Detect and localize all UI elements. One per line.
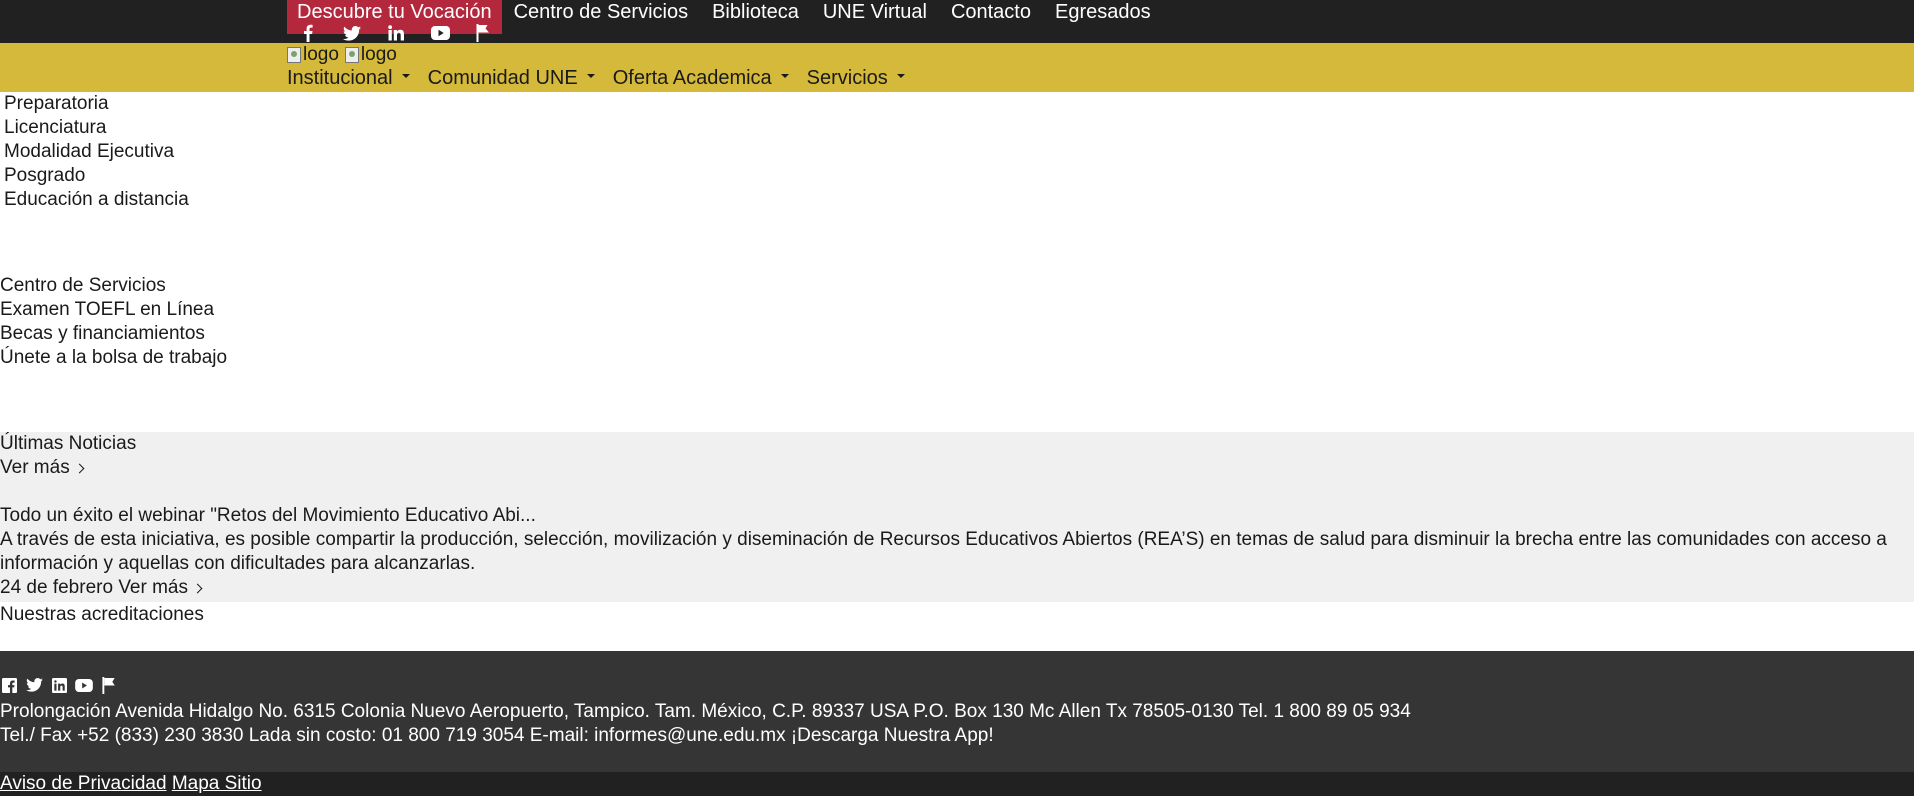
facebook-icon[interactable] [297, 22, 319, 44]
offer-educacion-distancia[interactable]: Educación a distancia [4, 188, 189, 212]
offer-licenciatura[interactable]: Licenciatura [4, 116, 189, 140]
nav-institucional[interactable]: Institucional [287, 67, 410, 90]
offer-preparatoria[interactable]: Preparatoria [4, 92, 189, 116]
news-item-meta: 24 de febrero Ver más [0, 576, 203, 600]
nav-label: Servicios [806, 67, 888, 89]
caret-down-icon [401, 73, 410, 78]
privacy-notice-link[interactable]: Aviso de Privacidad [0, 773, 167, 794]
academic-offer-list: Preparatoria Licenciatura Modalidad Ejec… [4, 92, 189, 212]
broken-image-icon [344, 47, 359, 63]
main-nav: Institucional Comunidad UNE Oferta Acade… [287, 67, 923, 90]
logo-primary[interactable]: logo [287, 44, 339, 66]
top-nav-une-virtual[interactable]: UNE Virtual [811, 0, 939, 24]
see-more-label: Ver más [0, 457, 70, 478]
top-social-links [297, 22, 495, 44]
service-bolsa-trabajo[interactable]: Únete a la bolsa de trabajo [0, 346, 227, 370]
top-nav-biblioteca[interactable]: Biblioteca [700, 0, 811, 24]
nav-oferta-academica[interactable]: Oferta Academica [613, 67, 789, 90]
logo-alt-text: logo [303, 44, 339, 65]
flag-icon[interactable] [473, 22, 495, 44]
accreditations-heading: Nuestras acreditaciones [0, 604, 204, 625]
nav-servicios[interactable]: Servicios [807, 67, 905, 90]
chevron-right-icon [192, 583, 203, 593]
footer-address-line-2: Tel./ Fax +52 (833) 230 3830 Lada sin co… [0, 725, 994, 746]
service-centro-servicios[interactable]: Centro de Servicios [0, 274, 227, 298]
services-list: Centro de Servicios Examen TOEFL en Líne… [0, 274, 227, 370]
top-nav-centro-servicios[interactable]: Centro de Servicios [502, 0, 701, 24]
youtube-icon[interactable] [75, 676, 93, 694]
offer-posgrado[interactable]: Posgrado [4, 164, 189, 188]
nav-label: Institucional [287, 67, 393, 89]
sitemap-link[interactable]: Mapa Sitio [172, 773, 262, 794]
footer-bottom-bar: Aviso de Privacidad Mapa Sitio [0, 772, 1914, 796]
offer-modalidad-ejecutiva[interactable]: Modalidad Ejecutiva [4, 140, 189, 164]
twitter-icon[interactable] [25, 676, 43, 694]
linkedin-icon[interactable] [385, 22, 407, 44]
facebook-icon[interactable] [0, 676, 18, 694]
news-item-body: A través de esta iniciativa, es posible … [0, 529, 1887, 574]
news-see-more-link[interactable]: Ver más [0, 456, 85, 480]
news-section: Últimas Noticias Ver más Todo un éxito e… [0, 432, 1914, 602]
logo-alt-text: logo [360, 44, 397, 65]
news-item-more-link[interactable]: Ver más [118, 576, 188, 600]
twitter-icon[interactable] [341, 22, 363, 44]
news-heading: Últimas Noticias [0, 433, 137, 454]
footer: Prolongación Avenida Hidalgo No. 6315 Co… [0, 651, 1914, 772]
linkedin-icon[interactable] [50, 676, 68, 694]
flag-icon[interactable] [100, 676, 118, 694]
caret-down-icon [780, 73, 789, 78]
logo-group: logo logo [287, 44, 397, 66]
top-nav: Descubre tu Vocación Centro de Servicios… [287, 0, 1163, 34]
chevron-right-icon [74, 463, 85, 473]
caret-down-icon [896, 73, 905, 78]
broken-image-icon [287, 47, 301, 63]
caret-down-icon [586, 73, 595, 78]
news-item-date: 24 de febrero [0, 577, 114, 598]
service-becas[interactable]: Becas y financiamientos [0, 322, 227, 346]
top-bar: Descubre tu Vocación Centro de Servicios… [0, 0, 1914, 43]
logo-secondary[interactable]: logo [344, 44, 397, 66]
nav-label: Comunidad UNE [427, 67, 578, 89]
footer-social-links [0, 676, 118, 694]
main-header: logo logo Institucional Comunidad UNE Of… [0, 43, 1914, 92]
youtube-icon[interactable] [429, 22, 451, 44]
footer-address-line-1: Prolongación Avenida Hidalgo No. 6315 Co… [0, 701, 1411, 722]
top-nav-contacto[interactable]: Contacto [939, 0, 1043, 24]
nav-comunidad-une[interactable]: Comunidad UNE [428, 67, 595, 90]
top-nav-egresados[interactable]: Egresados [1043, 0, 1163, 24]
nav-label: Oferta Academica [612, 67, 772, 89]
service-examen-toefl[interactable]: Examen TOEFL en Línea [0, 298, 227, 322]
news-item-title[interactable]: Todo un éxito el webinar "Retos del Movi… [0, 504, 536, 528]
